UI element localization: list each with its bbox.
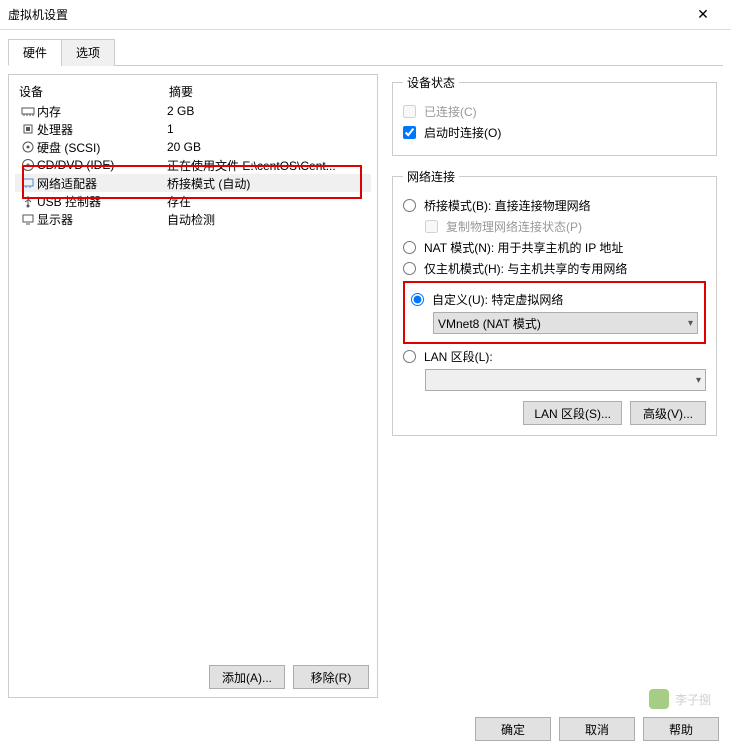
hw-row-memory[interactable]: 内存 2 GB [15,102,371,120]
hw-name: 网络适配器 [37,175,167,192]
detail-panel: 设备状态 已连接(C) 启动时连接(O) 网络连接 桥接模式(B): 直接连接物… [386,74,723,698]
bridged-radio[interactable]: 桥接模式(B): 直接连接物理网络 [403,197,706,214]
connected-input [403,105,416,118]
hw-summary: 20 GB [167,140,367,154]
connected-checkbox: 已连接(C) [403,103,706,120]
hw-summary: 正在使用文件 E:\centOS\Cent... [167,157,367,174]
ok-button[interactable]: 确定 [475,717,551,741]
hdd-icon [19,140,37,154]
nat-radio[interactable]: NAT 模式(N): 用于共享主机的 IP 地址 [403,239,706,256]
hw-summary: 桥接模式 (自动) [167,175,367,192]
hw-summary: 存在 [167,193,367,210]
connect-at-power-input[interactable] [403,126,416,139]
hw-summary: 2 GB [167,104,367,118]
col-device: 设备 [19,83,169,100]
network-icon [19,176,37,190]
replicate-checkbox: 复制物理网络连接状态(P) [425,218,706,235]
lanseg-input[interactable] [403,350,416,363]
dialog-footer: 确定 取消 帮助 [475,717,719,741]
hw-name: 硬盘 (SCSI) [37,139,167,156]
close-icon[interactable]: ✕ [683,6,723,23]
hostonly-radio[interactable]: 仅主机模式(H): 与主机共享的专用网络 [403,260,706,277]
hw-summary: 1 [167,122,367,136]
highlight-custom-box: 自定义(U): 特定虚拟网络 VMnet8 (NAT 模式) ▾ [403,281,706,344]
device-status-group: 设备状态 已连接(C) 启动时连接(O) [392,74,717,156]
tab-hardware[interactable]: 硬件 [8,39,62,66]
connect-at-power-checkbox[interactable]: 启动时连接(O) [403,124,706,141]
hw-row-display[interactable]: 显示器 自动检测 [15,210,371,228]
hardware-header: 设备 摘要 [15,81,371,102]
col-summary: 摘要 [169,83,193,100]
hw-row-hdd[interactable]: 硬盘 (SCSI) 20 GB [15,138,371,156]
tab-options[interactable]: 选项 [61,39,115,66]
lanseg-radio[interactable]: LAN 区段(L): [403,348,706,365]
hw-name: 内存 [37,103,167,120]
memory-icon [19,104,37,118]
network-connection-group: 网络连接 桥接模式(B): 直接连接物理网络 复制物理网络连接状态(P) NAT… [392,168,717,436]
network-legend: 网络连接 [403,168,459,185]
hardware-panel: 设备 摘要 内存 2 GB 处理器 1 硬盘 (SCSI) 20 GB CD/D… [8,74,378,698]
content-area: 设备 摘要 内存 2 GB 处理器 1 硬盘 (SCSI) 20 GB CD/D… [0,66,731,706]
remove-button[interactable]: 移除(R) [293,665,369,689]
hostonly-input[interactable] [403,262,416,275]
hw-name: USB 控制器 [37,193,167,210]
help-button[interactable]: 帮助 [643,717,719,741]
nat-input[interactable] [403,241,416,254]
hw-row-usb[interactable]: USB 控制器 存在 [15,192,371,210]
usb-icon [19,194,37,208]
window-title: 虚拟机设置 [8,6,683,23]
add-button[interactable]: 添加(A)... [209,665,285,689]
hw-row-network[interactable]: 网络适配器 桥接模式 (自动) [15,174,371,192]
device-status-legend: 设备状态 [403,74,459,91]
titlebar: 虚拟机设置 ✕ [0,0,731,30]
hw-name: CD/DVD (IDE) [37,158,167,172]
lanseg-select: ▾ [425,369,706,391]
hw-name: 处理器 [37,121,167,138]
cancel-button[interactable]: 取消 [559,717,635,741]
advanced-button[interactable]: 高级(V)... [630,401,706,425]
disc-icon [19,158,37,172]
lan-segments-button[interactable]: LAN 区段(S)... [523,401,622,425]
custom-network-select[interactable]: VMnet8 (NAT 模式) ▾ [433,312,698,334]
custom-network-value: VMnet8 (NAT 模式) [438,315,541,332]
hw-name: 显示器 [37,211,167,228]
cpu-icon [19,122,37,136]
tab-strip: 硬件 选项 [8,38,723,66]
hw-row-cddvd[interactable]: CD/DVD (IDE) 正在使用文件 E:\centOS\Cent... [15,156,371,174]
custom-radio[interactable]: 自定义(U): 特定虚拟网络 [411,291,698,308]
replicate-input [425,220,438,233]
hw-summary: 自动检测 [167,211,367,228]
display-icon [19,212,37,226]
hw-row-cpu[interactable]: 处理器 1 [15,120,371,138]
bridged-input[interactable] [403,199,416,212]
chevron-down-icon: ▾ [696,375,701,386]
chevron-down-icon: ▾ [688,318,693,329]
custom-input[interactable] [411,293,424,306]
